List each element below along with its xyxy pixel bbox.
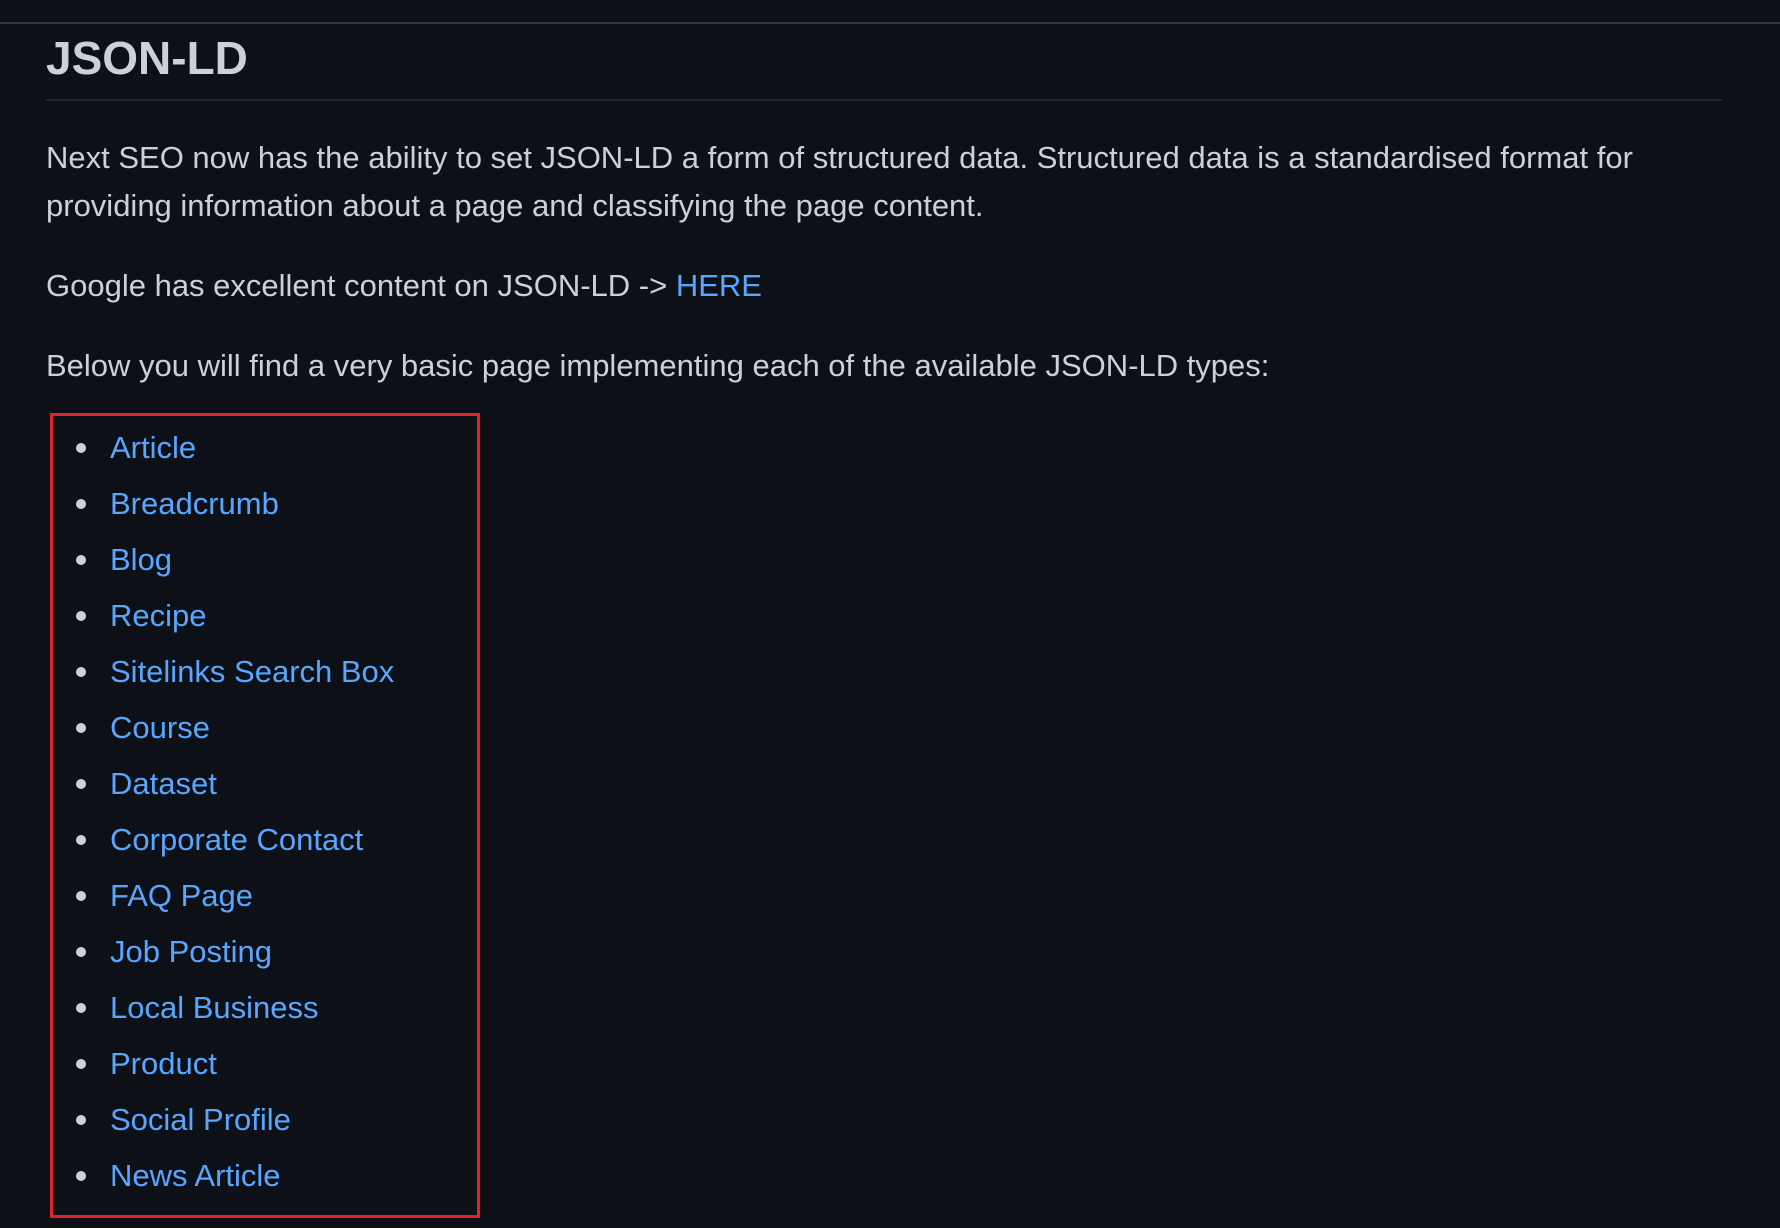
google-paragraph: Google has excellent content on JSON-LD … bbox=[46, 262, 762, 310]
types-intro-paragraph: Below you will find a very basic page im… bbox=[46, 348, 1270, 383]
section-heading: JSON-LD bbox=[46, 32, 248, 84]
here-link[interactable]: HERE bbox=[676, 268, 762, 303]
intro-paragraph: Next SEO now has the ability to set JSON… bbox=[46, 140, 1633, 223]
heading-divider bbox=[46, 99, 1722, 101]
top-divider bbox=[0, 22, 1780, 24]
highlight-box bbox=[50, 413, 480, 1218]
google-text: Google has excellent content on JSON-LD … bbox=[46, 268, 676, 303]
